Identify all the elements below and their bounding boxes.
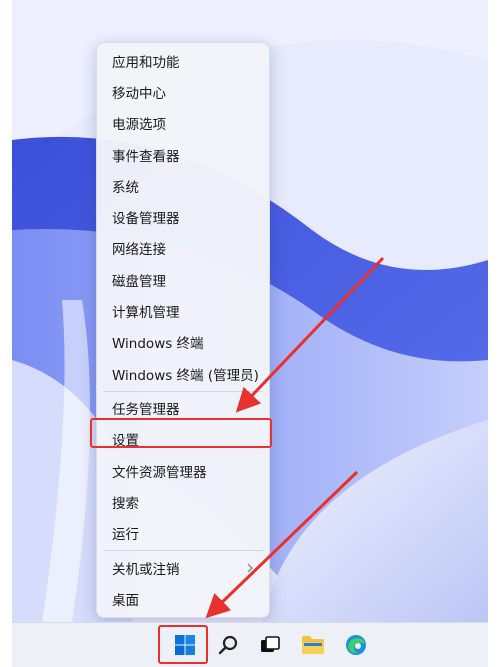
taskbar — [12, 622, 488, 667]
menu-item-disk-management[interactable]: 磁盘管理 — [97, 266, 269, 294]
menu-item-label: 应用和功能 — [112, 55, 180, 71]
menu-item-apps-and-features[interactable]: 应用和功能 — [97, 47, 269, 75]
menu-item-label: 运行 — [112, 527, 139, 543]
menu-item-search[interactable]: 搜索 — [97, 488, 269, 516]
chevron-right-icon — [247, 563, 253, 573]
menu-item-mobility-center[interactable]: 移动中心 — [97, 78, 269, 106]
menu-item-power-options[interactable]: 电源选项 — [97, 109, 269, 137]
task-view-icon — [261, 636, 280, 652]
menu-item-label: 移动中心 — [112, 86, 166, 102]
menu-item-label: Windows 终端 — [112, 336, 204, 352]
menu-item-windows-terminal[interactable]: Windows 终端 — [97, 328, 269, 356]
menu-item-label: 桌面 — [112, 593, 139, 609]
file-explorer-button[interactable] — [297, 629, 329, 661]
menu-item-label: 文件资源管理器 — [112, 465, 207, 481]
task-view-button[interactable] — [254, 629, 286, 661]
file-explorer-icon — [302, 636, 324, 654]
menu-item-run[interactable]: 运行 — [97, 519, 269, 547]
menu-item-label: 磁盘管理 — [112, 274, 166, 290]
menu-item-label: 任务管理器 — [112, 402, 180, 418]
menu-item-label: 搜索 — [112, 496, 139, 512]
menu-item-label: 事件查看器 — [112, 149, 180, 165]
menu-item-file-explorer[interactable]: 文件资源管理器 — [97, 457, 269, 485]
menu-item-windows-terminal-admin[interactable]: Windows 终端 (管理员) — [97, 360, 269, 388]
menu-item-computer-management[interactable]: 计算机管理 — [97, 297, 269, 325]
search-button[interactable] — [212, 629, 244, 661]
menu-item-label: 设备管理器 — [112, 211, 180, 227]
menu-item-system[interactable]: 系统 — [97, 172, 269, 200]
context-menu: 应用和功能 移动中心 电源选项 事件查看器 系统 设备管理器 网络连接 磁盘管理… — [96, 42, 270, 618]
menu-separator — [103, 550, 263, 551]
menu-item-label: 关机或注销 — [112, 562, 180, 578]
menu-item-label: 网络连接 — [112, 242, 166, 258]
menu-item-network-connections[interactable]: 网络连接 — [97, 234, 269, 262]
menu-item-device-manager[interactable]: 设备管理器 — [97, 203, 269, 231]
edge-browser-button[interactable] — [340, 629, 372, 661]
menu-item-desktop[interactable]: 桌面 — [97, 585, 269, 613]
menu-item-label: Windows 终端 (管理员) — [112, 368, 259, 384]
menu-item-label: 电源选项 — [112, 117, 166, 133]
menu-item-event-viewer[interactable]: 事件查看器 — [97, 141, 269, 169]
settings-highlight-box — [90, 418, 272, 448]
menu-item-shutdown-or-sign-out[interactable]: 关机或注销 — [97, 554, 269, 582]
edge-icon — [346, 635, 366, 655]
menu-item-label: 计算机管理 — [112, 305, 180, 321]
menu-separator — [103, 391, 263, 392]
menu-item-label: 系统 — [112, 180, 139, 196]
search-icon — [218, 635, 238, 655]
start-button-highlight-box — [158, 625, 208, 664]
